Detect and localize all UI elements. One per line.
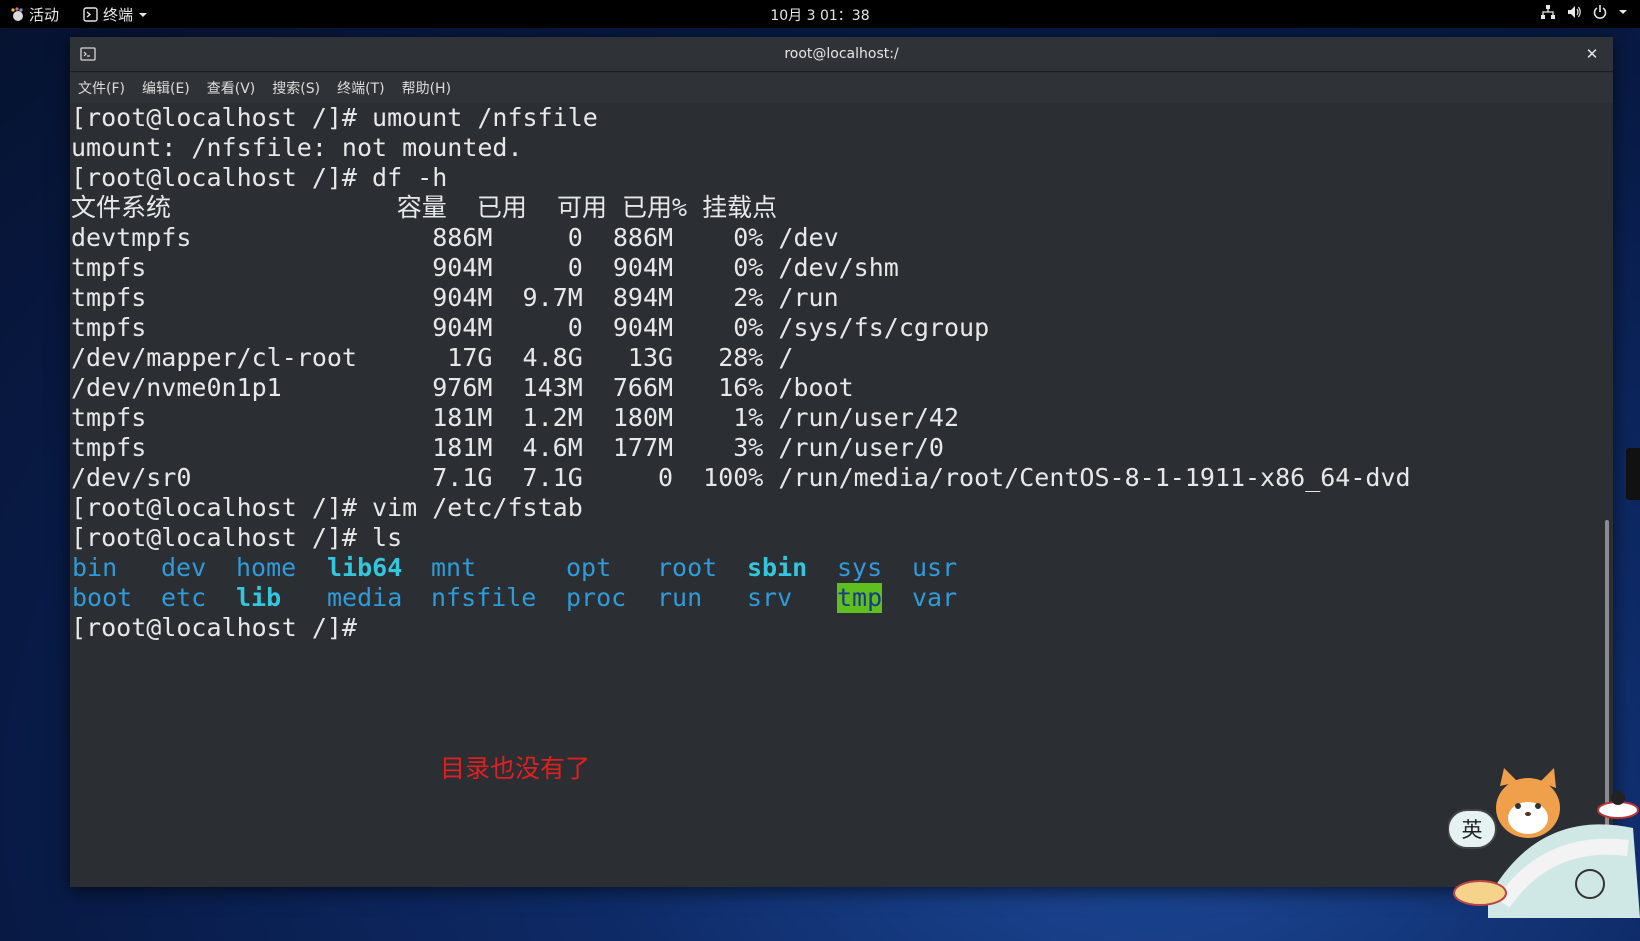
activities-label: 活动: [29, 6, 60, 24]
df-row: tmpfs 904M 0 904M 0% /sys/fs/cgroup: [71, 313, 990, 342]
power-icon: [1593, 5, 1607, 19]
terminal-line: [root@localhost /]# vim /etc/fstab: [71, 493, 583, 522]
terminal-line: umount: /nfsfile: not mounted.: [71, 133, 523, 162]
menu-terminal[interactable]: 终端(T): [337, 78, 384, 98]
df-row: /dev/mapper/cl-root 17G 4.8G 13G 28% /: [71, 343, 794, 372]
ls-output-row: boot etc lib media nfsfile proc run srv …: [71, 583, 1600, 613]
ls-entry: etc: [161, 583, 207, 612]
chevron-down-icon: [139, 12, 148, 17]
df-row: tmpfs 904M 9.7M 894M 2% /run: [71, 283, 839, 312]
ls-entry: mnt: [431, 553, 477, 582]
app-menu-label: 终端: [103, 6, 134, 24]
terminal-line: [root@localhost /]# umount /nfsfile: [71, 103, 598, 132]
df-header-line: 文件系统 容量 已用 可用 已用% 挂载点: [71, 193, 778, 222]
terminal-output[interactable]: [root@localhost /]# umount /nfsfile umou…: [70, 103, 1600, 887]
gnome-foot-icon: [11, 7, 23, 21]
ls-entry: srv: [747, 583, 793, 612]
ls-entry: run: [657, 583, 703, 612]
window-title: root@localhost:/: [784, 46, 899, 62]
df-row: /dev/nvme0n1p1 976M 143M 766M 16% /boot: [71, 373, 854, 402]
terminal-window: root@localhost:/ ✕ 文件(F) 编辑(E) 查看(V) 搜索(…: [70, 37, 1613, 887]
menu-file[interactable]: 文件(F): [78, 78, 125, 98]
ime-mode-label: 英: [1462, 818, 1483, 842]
window-titlebar[interactable]: root@localhost:/ ✕: [70, 37, 1613, 72]
activities-button[interactable]: 活动: [10, 4, 59, 25]
close-button[interactable]: ✕: [1581, 43, 1603, 65]
terminal-app-icon: [83, 7, 98, 22]
menu-search[interactable]: 搜索(S): [272, 78, 320, 98]
ls-entry-sticky: tmp: [837, 583, 883, 613]
terminal-line: [root@localhost /]# df -h: [71, 163, 448, 192]
side-edge-handle[interactable]: [1626, 448, 1640, 500]
menu-edit[interactable]: 编辑(E): [142, 78, 190, 98]
df-row: tmpfs 904M 0 904M 0% /dev/shm: [71, 253, 899, 282]
ls-entry: usr: [912, 553, 958, 582]
terminal-prompt: [root@localhost /]#: [71, 613, 357, 642]
ls-entry: proc: [566, 583, 627, 612]
ls-entry: nfsfile: [431, 583, 537, 612]
df-row: devtmpfs 886M 0 886M 0% /dev: [71, 223, 839, 252]
ls-entry: media: [327, 583, 403, 612]
app-menu[interactable]: 终端: [83, 4, 148, 25]
ls-entry: boot: [72, 583, 133, 612]
system-tray[interactable]: [1540, 4, 1628, 20]
df-row: tmpfs 181M 1.2M 180M 1% /run/user/42: [71, 403, 960, 432]
ls-entry: bin: [72, 553, 118, 582]
clock[interactable]: 10月 3 01：38: [770, 8, 869, 24]
ls-entry: dev: [161, 553, 207, 582]
ls-entry: opt: [566, 553, 612, 582]
df-row: /dev/sr0 7.1G 7.1G 0 100% /run/media/roo…: [71, 463, 1411, 492]
ls-output-row: bin dev home lib64 mnt opt root sbin sys…: [71, 553, 1600, 583]
ls-entry: lib64: [327, 553, 403, 582]
ls-entry: sbin: [747, 553, 808, 582]
menu-view[interactable]: 查看(V): [207, 78, 256, 98]
menu-bar: 文件(F) 编辑(E) 查看(V) 搜索(S) 终端(T) 帮助(H): [70, 73, 1613, 103]
terminal-window-icon[interactable]: [80, 47, 96, 61]
red-annotation: 目录也没有了: [440, 754, 591, 783]
ls-entry: home: [236, 553, 297, 582]
df-row: tmpfs 181M 4.6M 177M 3% /run/user/0: [71, 433, 944, 462]
ls-entry: lib: [236, 583, 282, 612]
network-icon: [1541, 5, 1555, 19]
ls-entry: sys: [837, 553, 883, 582]
ls-entry: root: [657, 553, 718, 582]
ls-entry: var: [912, 583, 958, 612]
top-bar: 活动 终端 10月 3 01：38: [0, 0, 1640, 28]
menu-help[interactable]: 帮助(H): [402, 78, 451, 98]
chevron-down-icon: [1619, 10, 1627, 14]
volume-icon: [1568, 6, 1581, 18]
ime-mascot-widget[interactable]: 英: [1448, 768, 1640, 918]
terminal-line: [root@localhost /]# ls: [71, 523, 403, 552]
